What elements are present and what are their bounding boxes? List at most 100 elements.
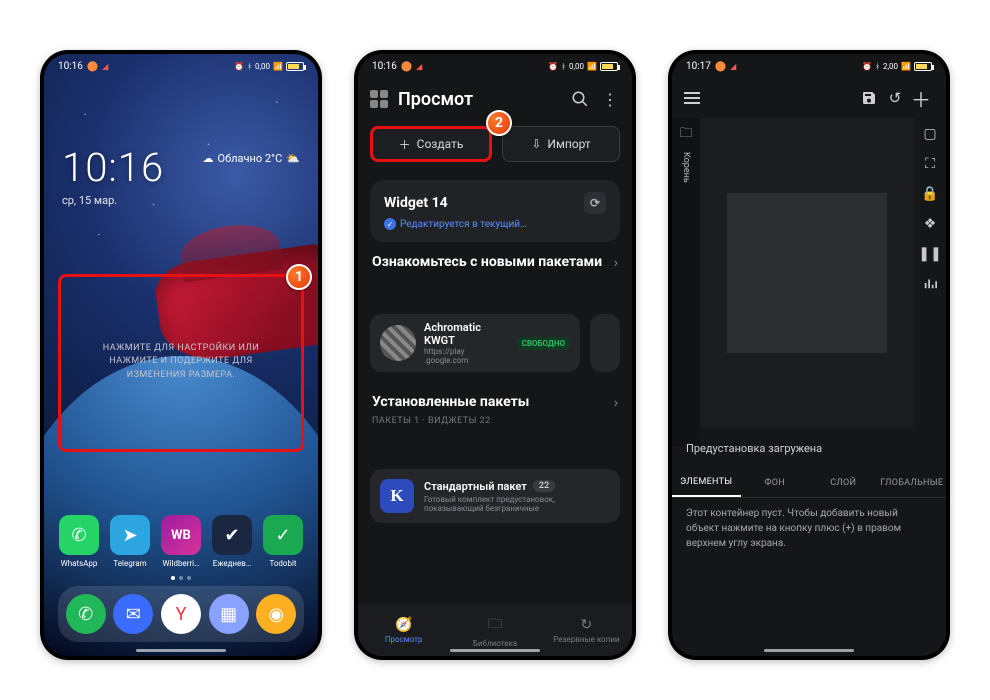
editor-canvas[interactable]: [700, 118, 914, 428]
square-icon[interactable]: ▢: [923, 126, 936, 142]
tab-background[interactable]: ФОН: [741, 468, 810, 497]
battery-icon: [286, 62, 304, 71]
annotation-badge-2: 2: [486, 110, 512, 136]
backup-icon: ↻: [580, 617, 592, 633]
screenshot-homescreen: 10:16 ⬤ ◢ ⏰ ᚼ 0,00 📶 10:16 ср, 15 мар. ☁…: [40, 50, 322, 660]
notif-icon: ⬤: [401, 61, 412, 72]
battery-icon: [600, 62, 618, 71]
net-speed: 0,00: [255, 62, 270, 71]
search-icon[interactable]: [570, 90, 590, 108]
kustom-icon: K: [380, 479, 414, 513]
app-todobit[interactable]: ✓ Todobit: [259, 515, 307, 568]
screenshot-kwgt-browse: 10:16 ⬤ ◢ ⏰ ᚼ 0,00 📶 Просмот ⋮ ＋ С: [354, 50, 636, 660]
gesture-bar[interactable]: [136, 649, 226, 652]
app-label: Telegram: [106, 559, 154, 568]
editor-topbar: ↺ ＋: [672, 78, 946, 118]
widget-preview[interactable]: [727, 193, 887, 353]
status-time: 10:17: [686, 61, 711, 72]
folder-icon[interactable]: 🗀: [679, 124, 692, 146]
current-widget-card[interactable]: Widget 14 ⟳ ✓ Редактируется в текущий…: [370, 180, 620, 242]
nav-browse[interactable]: 🧭 Просмотр: [358, 604, 449, 656]
widget-name: Widget 14: [384, 195, 448, 211]
lock-icon[interactable]: 🔒: [921, 186, 938, 202]
notif-icon: ⬤: [87, 61, 98, 72]
notif-icon-2: ◢: [102, 62, 108, 71]
alarm-icon: ⏰: [234, 62, 244, 71]
screenshot-kwgt-editor: 10:17 ⬤ ◢ ⏰ ᚼ 2,00 📶 ↺ ＋ 🗀 Корень: [668, 50, 950, 660]
weather-partly-icon: ⛅: [286, 152, 300, 165]
badge-number: 1: [295, 269, 303, 285]
dock-yandex-icon[interactable]: Y: [161, 594, 201, 634]
badge-number: 2: [495, 115, 503, 131]
signal-icon: 📶: [273, 62, 283, 71]
app-wildberries[interactable]: WB Wildberri…: [157, 515, 205, 568]
create-button[interactable]: ＋ Создать: [370, 126, 492, 162]
checklist-icon: ✔: [212, 515, 252, 555]
pause-icon[interactable]: ❚❚: [918, 246, 941, 262]
nav-label: Просмотр: [385, 635, 423, 644]
weather-widget[interactable]: ☁ Облачно 2°C ⛅: [203, 152, 300, 165]
more-icon[interactable]: ⋮: [600, 90, 620, 109]
equalizer-icon[interactable]: [923, 276, 937, 290]
signal-icon: 📶: [901, 62, 911, 71]
dock-gallery-icon[interactable]: ▦: [209, 594, 249, 634]
dashboard-icon[interactable]: [370, 90, 388, 108]
tab-layer[interactable]: СЛОЙ: [809, 468, 878, 497]
page-indicator: [44, 576, 318, 580]
section-subtitle: ПАКЕТЫ 1 · ВИДЖЕТЫ 22: [372, 416, 618, 426]
date-label: ср, 15 мар.: [62, 194, 117, 207]
pack-card-next[interactable]: [590, 314, 620, 372]
tab-elements[interactable]: ЭЛЕМЕНТЫ: [672, 468, 741, 497]
status-bar: 10:16 ⬤ ◢ ⏰ ᚼ 0,00 📶: [44, 54, 318, 78]
bt-icon: ᚼ: [247, 62, 252, 71]
focus-icon[interactable]: ⛶: [925, 156, 935, 172]
add-icon[interactable]: ＋: [908, 84, 934, 113]
pack-carousel[interactable]: Achromatic KWGT https://play .google.com…: [370, 314, 632, 372]
notif-icon: ⬤: [715, 61, 726, 72]
app-daily[interactable]: ✔ Ежеднев…: [208, 515, 256, 568]
gesture-bar[interactable]: [450, 649, 540, 652]
app-whatsapp[interactable]: ✆ WhatsApp: [55, 515, 103, 568]
signal-icon: 📶: [587, 62, 597, 71]
nav-label: Резервные копии: [553, 635, 619, 644]
folder-icon: 🗀: [488, 613, 502, 637]
dock-camera-icon[interactable]: ◉: [256, 594, 296, 634]
pack-url: https://play .google.com: [424, 347, 509, 365]
editor-sidebar: 🗀 Корень: [672, 118, 700, 446]
root-label[interactable]: Корень: [681, 152, 691, 183]
section-installed[interactable]: Установленные пакеты › ПАКЕТЫ 1 · ВИДЖЕТ…: [372, 394, 618, 426]
annotation-highlight-1: [58, 274, 304, 452]
status-time: 10:16: [58, 61, 83, 72]
layers-icon[interactable]: ❖: [924, 216, 937, 232]
app-telegram[interactable]: ➤ Telegram: [106, 515, 154, 568]
status-bar: 10:16 ⬤ ◢ ⏰ ᚼ 0,00 📶: [358, 54, 632, 78]
status-text: Редактируется в текущий…: [400, 219, 527, 230]
undo-icon[interactable]: ↺: [882, 89, 908, 107]
dock-messages-icon[interactable]: ✉: [113, 594, 153, 634]
installed-pack-card[interactable]: K Стандартный пакет 22 Готовый комплект …: [370, 469, 620, 523]
check-icon: ✓: [384, 218, 396, 230]
nav-backup[interactable]: ↻ Резервные копии: [541, 604, 632, 656]
section-new-packs[interactable]: Ознакомьтесь с новыми пакетами ›: [372, 254, 618, 272]
pack-card[interactable]: Achromatic KWGT https://play .google.com…: [370, 314, 580, 372]
app-label: Ежеднев…: [208, 559, 256, 568]
pack-name: Achromatic KWGT: [424, 321, 509, 347]
whatsapp-icon: ✆: [59, 515, 99, 555]
gesture-bar[interactable]: [764, 649, 854, 652]
widget-status: ✓ Редактируется в текущий…: [384, 218, 606, 230]
tab-global[interactable]: ГЛОБАЛЬНЫЕ: [878, 468, 947, 497]
toast: Предустановка загружена: [686, 442, 932, 455]
import-icon: ⇩: [531, 137, 541, 151]
clock-widget[interactable]: 10:16: [62, 144, 164, 191]
save-icon[interactable]: [856, 90, 882, 106]
chevron-right-icon: ›: [614, 395, 618, 411]
count-badge: 22: [533, 480, 555, 492]
import-button[interactable]: ⇩ Импорт: [502, 126, 620, 162]
menu-icon[interactable]: [684, 92, 700, 104]
sync-icon[interactable]: ⟳: [584, 192, 606, 214]
telegram-icon: ➤: [110, 515, 150, 555]
dock-phone-icon[interactable]: ✆: [66, 594, 106, 634]
app-label: Wildberri…: [157, 559, 205, 568]
page-title: Просмот: [398, 89, 560, 110]
alarm-icon: ⏰: [862, 62, 872, 71]
